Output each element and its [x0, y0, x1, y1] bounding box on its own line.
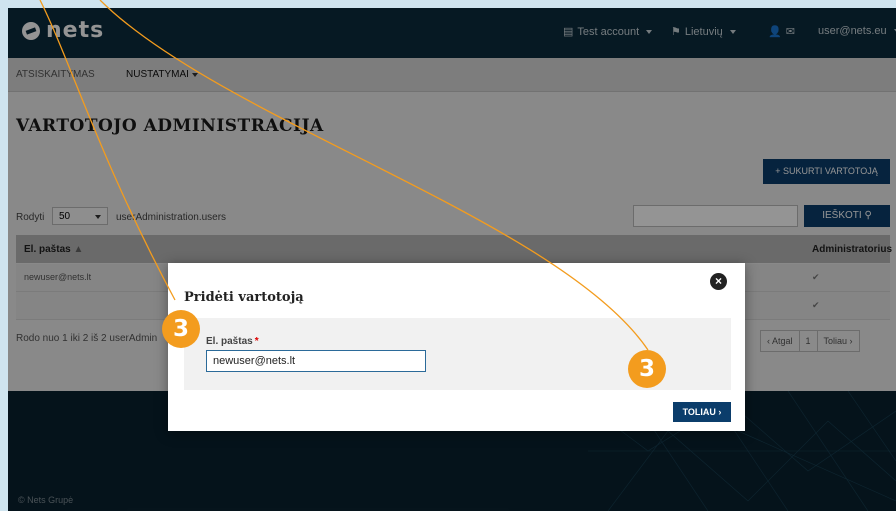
- step-badge-right: 3: [628, 350, 666, 388]
- email-field[interactable]: [206, 350, 426, 372]
- modal-backdrop[interactable]: [8, 8, 896, 511]
- email-label-text: El. paštas: [206, 336, 253, 347]
- step-badge-left: 3: [162, 310, 200, 348]
- next-button[interactable]: TOLIAU ›: [673, 402, 731, 422]
- dialog-title: Pridėti vartotoją: [184, 290, 304, 305]
- app-window: nets ▤ Test account ⚑ Lietuvių 👤 ✉ user@…: [8, 8, 896, 511]
- required-mark: *: [254, 336, 259, 347]
- add-user-dialog: × Pridėti vartotoją El. paštas* TOLIAU ›: [168, 263, 745, 431]
- email-field-label: El. paštas *: [206, 336, 259, 347]
- close-icon[interactable]: ×: [710, 273, 727, 290]
